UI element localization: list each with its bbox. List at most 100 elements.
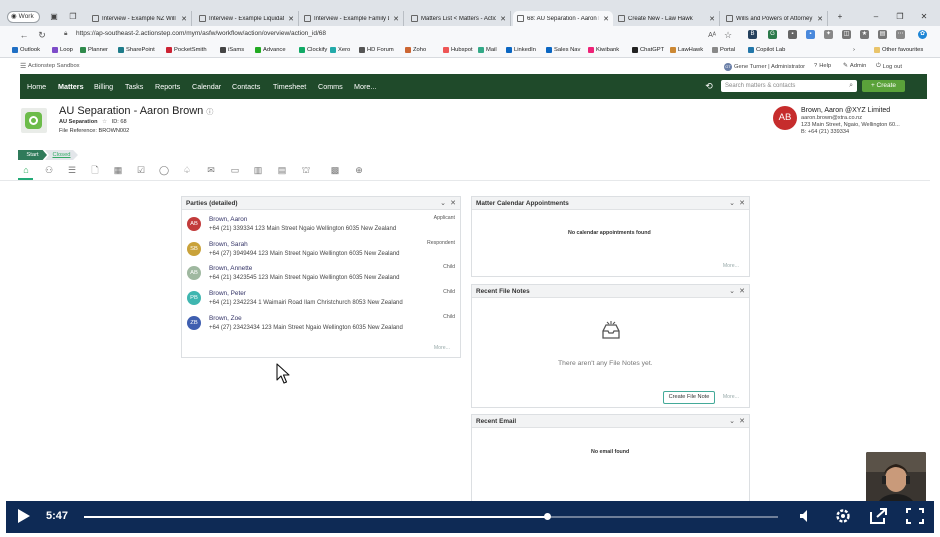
create-button[interactable]: + Create bbox=[862, 80, 905, 92]
nav-item-more[interactable]: More... bbox=[354, 82, 376, 91]
read-aloud-icon[interactable]: Aᴬ bbox=[706, 30, 718, 41]
url-field[interactable]: https://ap-southeast-2.actionstep.com/my… bbox=[76, 30, 326, 37]
browser-tab[interactable]: 68: AU Separation - Aaron Bro✕ bbox=[513, 11, 613, 26]
calendar-icon[interactable]: ▦ bbox=[112, 164, 124, 176]
profile-button[interactable]: ◉ Work bbox=[7, 11, 40, 23]
extension-blue-icon[interactable]: ▪ bbox=[806, 30, 815, 39]
nav-item-tasks[interactable]: Tasks bbox=[125, 82, 143, 91]
other-favourites[interactable]: Other favourites bbox=[874, 47, 923, 53]
party-name[interactable]: Brown, Zoe bbox=[209, 315, 242, 322]
favourite-item[interactable]: Planner bbox=[80, 47, 108, 53]
favourite-item[interactable]: LawHawk bbox=[670, 47, 703, 53]
party-name[interactable]: Brown, Peter bbox=[209, 290, 246, 297]
collapse-chevron-icon[interactable]: ⌄ bbox=[729, 417, 735, 425]
email-inbox-icon[interactable]: ✉ bbox=[205, 164, 217, 176]
close-tab-icon[interactable]: ✕ bbox=[180, 15, 188, 23]
nav-item-timesheet[interactable]: Timesheet bbox=[273, 82, 306, 91]
nav-item-home[interactable]: Home bbox=[27, 82, 46, 91]
lock-icon[interactable]: 🔒︎ bbox=[64, 30, 67, 38]
user-menu[interactable]: GT Gene Turner | Administrator bbox=[724, 63, 805, 71]
browser-tab[interactable]: Wills and Powers of Attorney ✕ bbox=[722, 11, 828, 26]
extension-b-icon[interactable]: B bbox=[748, 30, 757, 39]
info-icon[interactable]: ⓘ bbox=[206, 109, 213, 116]
close-panel-icon[interactable]: ✕ bbox=[739, 417, 745, 425]
favourites-icon[interactable]: ★ bbox=[860, 30, 869, 39]
refresh-icon[interactable]: ↻ bbox=[36, 30, 48, 41]
extension-icon[interactable]: ▪ bbox=[788, 30, 797, 39]
favourite-item[interactable]: Clockify bbox=[299, 47, 327, 53]
history-icon[interactable]: ⟲ bbox=[703, 80, 715, 92]
split-screen-icon[interactable]: ◫ bbox=[842, 30, 851, 39]
nav-item-calendar[interactable]: Calendar bbox=[192, 82, 221, 91]
browser-tab[interactable]: Interview - Example NZ Will a ✕ bbox=[88, 11, 192, 26]
favourite-star-icon[interactable]: ☆ bbox=[722, 30, 734, 41]
close-panel-icon[interactable]: ✕ bbox=[450, 199, 456, 207]
fullscreen-icon[interactable] bbox=[904, 506, 926, 526]
favourite-item[interactable]: LinkedIn bbox=[506, 47, 536, 53]
back-icon[interactable]: ← bbox=[18, 30, 30, 41]
help-link[interactable]: ? Help bbox=[814, 63, 831, 69]
nav-item-reports[interactable]: Reports bbox=[155, 82, 180, 91]
file-notes-more-link[interactable]: More... bbox=[723, 394, 739, 400]
search-icon[interactable]: ⌕ bbox=[849, 80, 853, 92]
close-tab-icon[interactable]: ✕ bbox=[708, 15, 716, 23]
extensions-icon[interactable]: ✦ bbox=[824, 30, 833, 39]
party-avatar[interactable]: SB bbox=[187, 242, 201, 256]
accounts-icon[interactable]: ▩ bbox=[329, 164, 341, 176]
nav-item-billing[interactable]: Billing bbox=[94, 82, 113, 91]
minimize-button[interactable]: – bbox=[870, 12, 882, 21]
close-panel-icon[interactable]: ✕ bbox=[739, 199, 745, 207]
party-name[interactable]: Brown, Annette bbox=[209, 265, 252, 272]
party-name[interactable]: Brown, Aaron bbox=[209, 216, 247, 223]
browser-tab[interactable]: Create New - Law Hawk ✕ bbox=[614, 11, 720, 26]
tab-actions-icon[interactable]: ❐ bbox=[68, 12, 78, 22]
search-input[interactable]: Search matters & contacts ⌕ bbox=[721, 80, 857, 92]
favourite-item[interactable]: Copilot Lab bbox=[748, 47, 785, 53]
billing-ledger-icon[interactable]: ▤ bbox=[276, 164, 288, 176]
workspaces-icon[interactable]: ▣ bbox=[49, 12, 59, 22]
favourite-item[interactable]: Sales Nav bbox=[546, 47, 580, 53]
comments-icon[interactable]: ◯ bbox=[158, 164, 170, 176]
settings-gear-icon[interactable] bbox=[832, 506, 854, 526]
favourite-matter-icon[interactable]: ☆ bbox=[102, 119, 107, 125]
folder-icon[interactable]: ▭ bbox=[229, 164, 241, 176]
close-panel-icon[interactable]: ✕ bbox=[739, 287, 745, 295]
tasks-check-icon[interactable]: ☑ bbox=[135, 164, 147, 176]
reports-chart-icon[interactable]: ▥ bbox=[252, 164, 264, 176]
video-progress-handle[interactable] bbox=[544, 513, 551, 520]
client-email[interactable]: aaron.brown@xtra.co.nz bbox=[801, 115, 862, 121]
close-tab-icon[interactable]: ✕ bbox=[287, 15, 295, 23]
favourite-item[interactable]: iSams bbox=[220, 47, 244, 53]
data-fields-icon[interactable]: ☰ bbox=[66, 164, 78, 176]
menu-icon[interactable]: ☰ bbox=[20, 62, 26, 70]
favourite-item[interactable]: Outlook bbox=[12, 47, 40, 53]
favourite-item[interactable]: PocketSmith bbox=[166, 47, 207, 53]
favourite-item[interactable]: Zoho bbox=[405, 47, 426, 53]
browser-tab[interactable]: Interview - Example Family Lit ✕ bbox=[300, 11, 404, 26]
logout-link[interactable]: ⏻ Log out bbox=[876, 63, 902, 70]
notifications-bell-icon[interactable]: ♤ bbox=[181, 164, 193, 176]
calendar-more-link[interactable]: More... bbox=[723, 263, 739, 269]
maximize-button[interactable]: ❐ bbox=[894, 12, 906, 21]
close-tab-icon[interactable]: ✕ bbox=[602, 15, 610, 23]
favourite-item[interactable]: HD Forum bbox=[359, 47, 394, 53]
party-avatar[interactable]: AB bbox=[187, 217, 201, 231]
client-avatar[interactable]: AB bbox=[773, 106, 797, 130]
collections-icon[interactable]: ▤ bbox=[878, 30, 887, 39]
collapse-chevron-icon[interactable]: ⌄ bbox=[729, 199, 735, 207]
favourite-item[interactable]: SharePoint bbox=[118, 47, 155, 53]
nav-item-contacts[interactable]: Contacts bbox=[232, 82, 260, 91]
favourite-item[interactable]: Advance bbox=[255, 47, 286, 53]
admin-link[interactable]: ✎ Admin bbox=[843, 63, 866, 69]
status-closed[interactable]: Closed bbox=[45, 150, 78, 160]
favourite-item[interactable]: Xero bbox=[330, 47, 350, 53]
favourite-item[interactable]: Kiwibank bbox=[588, 47, 619, 53]
favourite-item[interactable]: Hubspot bbox=[443, 47, 473, 53]
overview-home-icon[interactable]: ⌂ bbox=[20, 164, 32, 176]
related-matters-icon[interactable]: ⛫ bbox=[300, 164, 312, 176]
close-window-button[interactable]: ✕ bbox=[918, 12, 930, 21]
collapse-chevron-icon[interactable]: ⌄ bbox=[440, 199, 446, 207]
play-icon[interactable] bbox=[12, 506, 34, 526]
party-avatar[interactable]: PB bbox=[187, 291, 201, 305]
nav-item-matters[interactable]: Matters bbox=[58, 82, 84, 91]
